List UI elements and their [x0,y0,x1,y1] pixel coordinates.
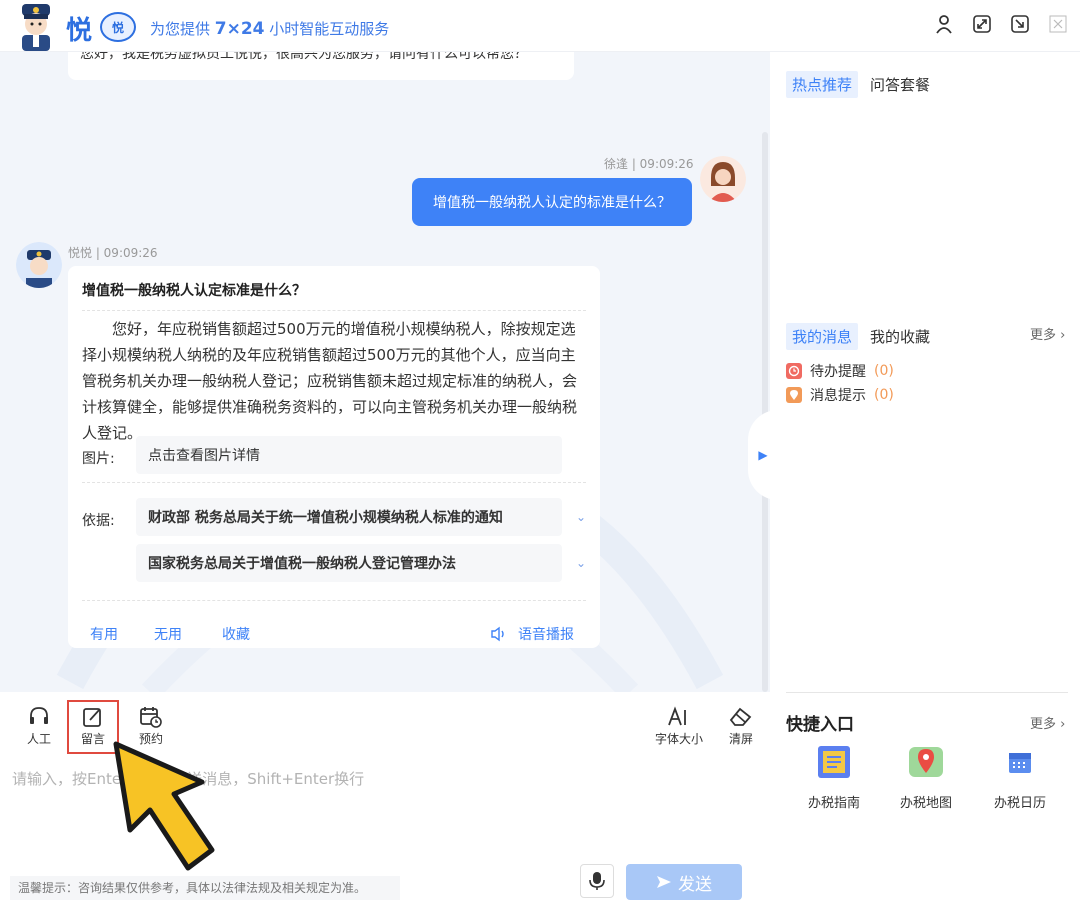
guide-book-icon [814,742,854,782]
basis-label: 依据: [82,513,115,529]
divider [82,482,586,483]
useless-button[interactable]: 无用 [154,624,182,644]
collapse-panel-toggle[interactable]: ▶ [748,410,778,500]
eraser-icon [716,704,766,730]
pointer-arrow-icon [113,741,215,871]
quick-entry-title: 快捷入口 [786,715,854,735]
microphone-button[interactable] [580,864,614,898]
user-meta: 徐逢 | 09:09:26 [604,157,694,171]
clear-screen-button[interactable]: 清屏 [716,704,766,747]
useful-button[interactable]: 有用 [90,624,118,644]
chat-panel: 您好，我是税务虚拟员工悦悦，很高兴为您服务，请问有什么可以帮您？ 徐逢 | 09… [0,52,770,692]
close-icon[interactable] [1046,12,1070,36]
basis-item[interactable]: 国家税务总局关于增值税一般纳税人登记管理办法 [136,544,562,582]
header-bar: 悦 悦 为您提供 7×24 小时智能互动服务 [0,0,1080,52]
font-size-icon [650,704,708,730]
voice-broadcast-button[interactable]: 语音播报 [490,624,574,644]
minimize-icon[interactable] [1008,12,1032,36]
tax-guide-entry[interactable]: 办税指南 [794,742,874,811]
more-messages-link[interactable]: 更多 › [1030,324,1065,343]
brand-badge: 悦 [100,12,136,42]
speaker-icon [491,626,504,642]
mascot-avatar [22,4,50,51]
favorite-button[interactable]: 收藏 [222,624,250,644]
divider [82,600,586,601]
calendar-icon [1000,742,1040,782]
user-message-bubble: 增值税一般纳税人认定的标准是什么？ [412,178,692,226]
tab-hot-recommend[interactable]: 热点推荐 [786,71,859,98]
chevron-down-icon[interactable]: ⌄ [576,510,586,524]
chevron-down-icon[interactable]: ⌄ [576,556,586,570]
tax-map-entry[interactable]: 办税地图 [886,742,966,811]
headset-icon [14,704,64,730]
basis-item[interactable]: 财政部 税务总局关于统一增值税小规模纳税人标准的通知 [136,498,562,536]
bot-avatar [16,242,62,288]
more-quick-link[interactable]: 更多 › [1030,713,1065,732]
send-icon [657,876,671,888]
bot-meta: 悦悦 | 09:09:26 [68,246,158,260]
map-pin-icon [906,742,946,782]
tab-my-favorites[interactable]: 我的收藏 [870,326,930,347]
image-detail-link[interactable]: 点击查看图片详情 [136,436,562,474]
image-label: 图片: [82,451,115,467]
tab-qa-package[interactable]: 问答套餐 [870,74,930,95]
tax-calendar-entry[interactable]: 办税日历 [980,742,1060,811]
tab-my-messages[interactable]: 我的消息 [786,323,859,350]
alarm-icon [786,363,802,379]
slogan: 为您提供 7×24 小时智能互动服务 [150,19,390,39]
human-service-button[interactable]: 人工 [14,704,64,747]
expand-icon[interactable] [970,12,994,36]
calendar-clock-icon [126,704,176,730]
divider [786,692,1068,693]
user-avatar [700,156,746,202]
todo-reminder-item[interactable]: 待办提醒 (0) [786,361,894,381]
message-tip-item[interactable]: 消息提示 (0) [786,385,894,405]
brand-logo: 悦 [66,16,93,46]
answer-card: 增值税一般纳税人认定标准是什么？ 您好，年应税销售额超过500万元的增值税小规模… [68,266,600,648]
answer-title: 增值税一般纳税人认定标准是什么？ [82,280,586,311]
answer-body: 您好，年应税销售额超过500万元的增值税小规模纳税人，除按规定选择小规模纳税人纳… [82,320,578,442]
send-button[interactable]: 发送 [626,864,742,900]
location-pin-icon [786,387,802,403]
user-icon[interactable] [932,12,956,36]
font-size-button[interactable]: 字体大小 [650,704,708,747]
greeting-bubble: 您好，我是税务虚拟员工悦悦，很高兴为您服务，请问有什么可以帮您？ [68,52,574,80]
microphone-icon [589,872,605,890]
